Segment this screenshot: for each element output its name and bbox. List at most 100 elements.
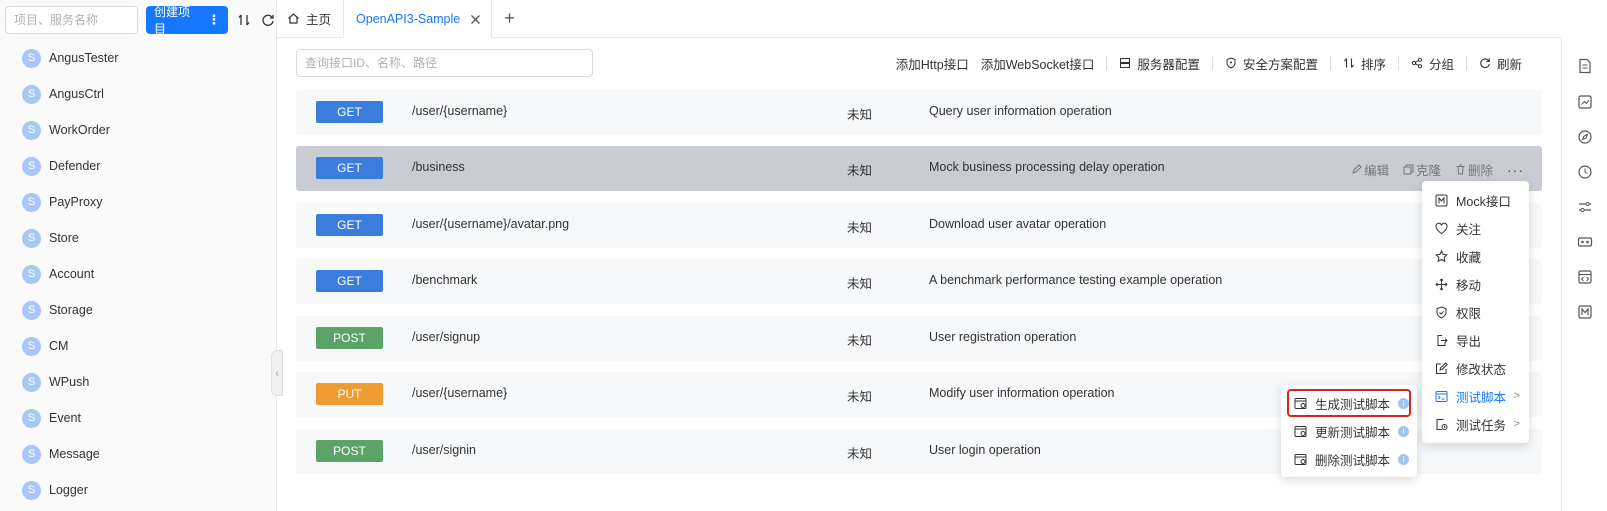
sidebar-item-angustester[interactable]: S AngusTester: [0, 40, 276, 76]
menu-item-task[interactable]: 测试任务 >: [1422, 410, 1529, 438]
create-project-button[interactable]: 创建项目 ⋮: [146, 5, 229, 36]
api-status: 未知: [847, 447, 873, 461]
api-row[interactable]: POST/user/signup 未知 User registration oper…: [296, 316, 1542, 361]
submenu-item-label: 更新测试脚本: [1315, 425, 1391, 440]
menu-item-heart[interactable]: 关注: [1422, 214, 1529, 242]
security-config-button[interactable]: 安全方案配置: [1213, 49, 1330, 77]
method-badge: POST: [316, 327, 383, 349]
edit-icon: [1352, 164, 1362, 174]
info-icon[interactable]: i: [1398, 425, 1410, 437]
test-script-submenu: 生成测试脚本 i 更新测试脚本 i 删除测试脚本 i: [1281, 385, 1417, 477]
server-config-button[interactable]: 服务器配置: [1107, 49, 1212, 77]
api-status: 未知: [847, 108, 873, 122]
method-badge: GET: [316, 214, 383, 236]
app-root: 创建项目 ⋮ SAngusTesterSAngusCtrlSWorkOrderS…: [0, 0, 1607, 511]
info-icon[interactable]: i: [1398, 453, 1410, 465]
menu-item-label: 关注: [1456, 222, 1482, 237]
menu-item-edit-status[interactable]: 修改状态: [1422, 354, 1529, 382]
compass-icon[interactable]: [1577, 129, 1593, 145]
sort-icon[interactable]: [236, 12, 252, 28]
sidebar-item-logger[interactable]: S Logger: [0, 472, 276, 508]
api-path: /user/signup: [412, 330, 481, 344]
clone-button[interactable]: 克隆: [1403, 160, 1441, 179]
menu-item-shield[interactable]: 权限: [1422, 298, 1529, 326]
method-badge: GET: [316, 157, 383, 179]
sidebar-item-event[interactable]: S Event: [0, 400, 276, 436]
sidebar-item-label: Logger: [49, 483, 88, 497]
info-icon[interactable]: i: [1398, 397, 1410, 409]
menu-item-label: 测试脚本: [1456, 390, 1507, 405]
settings-sliders-icon[interactable]: [1577, 199, 1593, 215]
home-icon: [288, 12, 299, 24]
code-file-icon[interactable]: [1577, 269, 1593, 285]
clock-icon[interactable]: [1577, 164, 1593, 180]
add-http-api-button[interactable]: 添加Http接口: [884, 49, 975, 77]
service-avatar: S: [22, 192, 41, 212]
sidebar-item-label: Account: [49, 267, 95, 281]
submenu-item-generate-test-script[interactable]: 生成测试脚本 i: [1287, 389, 1411, 417]
sidebar-item-account[interactable]: S Account: [0, 256, 276, 292]
refresh-button[interactable]: 刷新: [1467, 49, 1542, 77]
sidebar-item-cm[interactable]: S CM: [0, 328, 276, 364]
service-avatar: S: [22, 84, 41, 104]
sort-button[interactable]: 排序: [1331, 49, 1398, 77]
api-search-input[interactable]: [296, 49, 593, 77]
menu-item-mock[interactable]: Mock接口: [1422, 186, 1529, 214]
variable-icon[interactable]: [1577, 234, 1593, 250]
menu-item-label: 修改状态: [1456, 362, 1507, 377]
add-websocket-api-button[interactable]: 添加WebSocket接口: [975, 49, 1107, 77]
menu-item-label: 收藏: [1456, 250, 1482, 265]
add-websocket-label: 添加WebSocket接口: [980, 57, 1095, 72]
service-avatar: S: [22, 48, 41, 68]
mock-icon: [1434, 193, 1448, 207]
api-status: 未知: [847, 277, 873, 291]
api-status: 未知: [847, 334, 873, 348]
tab-bar: 主页 OpenAPI3-Sample +: [277, 0, 1561, 38]
api-summary: User login operation: [929, 443, 1041, 457]
service-avatar: S: [22, 480, 41, 500]
script-file-icon: [1293, 424, 1307, 438]
sidebar-item-defender[interactable]: S Defender: [0, 148, 276, 184]
shield-icon: [1226, 57, 1236, 69]
menu-item-export[interactable]: 导出: [1422, 326, 1529, 354]
row-actions: 编辑 克隆 删除 ···: [1351, 160, 1524, 179]
submenu-item-update-test-script[interactable]: 更新测试脚本 i: [1281, 417, 1417, 445]
project-search-input[interactable]: [5, 6, 138, 34]
group-button[interactable]: 分组: [1399, 49, 1466, 77]
sidebar-toolbar: 创建项目 ⋮: [5, 5, 276, 36]
sidebar-item-workorder[interactable]: S WorkOrder: [0, 112, 276, 148]
sidebar-item-store[interactable]: S Store: [0, 220, 276, 256]
api-status: 未知: [847, 221, 873, 235]
api-row[interactable]: GET/user/{username}/avatar.png 未知 Download…: [296, 203, 1542, 248]
api-row[interactable]: GET/business 未知 Mock business processing d…: [296, 146, 1542, 191]
sidebar-item-payproxy[interactable]: S PayProxy: [0, 184, 276, 220]
api-row[interactable]: GET/user/{username} 未知 Query user informat…: [296, 90, 1542, 135]
add-tab-button[interactable]: +: [492, 0, 527, 37]
document-icon[interactable]: [1577, 58, 1593, 74]
tab-openapi3-sample[interactable]: OpenAPI3-Sample: [343, 0, 493, 38]
refresh-icon[interactable]: [260, 12, 276, 28]
sidebar-item-storage[interactable]: S Storage: [0, 292, 276, 328]
service-avatar: S: [22, 336, 41, 356]
edit-button[interactable]: 编辑: [1351, 160, 1389, 179]
sidebar-item-label: Defender: [49, 159, 101, 173]
sidebar-item-label: Store: [49, 231, 79, 245]
mock-icon[interactable]: [1577, 304, 1593, 320]
api-status: 未知: [847, 390, 873, 404]
menu-item-script[interactable]: 测试脚本 >: [1422, 382, 1529, 410]
api-path: /user/signin: [412, 443, 476, 457]
sidebar-item-message[interactable]: S Message: [0, 436, 276, 472]
menu-item-star[interactable]: 收藏: [1422, 242, 1529, 270]
menu-item-move[interactable]: 移动: [1422, 270, 1529, 298]
sidebar-item-angusctrl[interactable]: S AngusCtrl: [0, 76, 276, 112]
sidebar-item-wpush[interactable]: S WPush: [0, 364, 276, 400]
delete-button[interactable]: 删除: [1455, 160, 1493, 179]
submenu-item-delete-test-script[interactable]: 删除测试脚本 i: [1281, 445, 1417, 473]
copy-icon: [1403, 164, 1414, 175]
more-actions-button[interactable]: ···: [1507, 162, 1524, 178]
tab-home[interactable]: 主页: [277, 0, 343, 37]
api-row[interactable]: GET/benchmark 未知 A benchmark performance t…: [296, 259, 1542, 304]
chart-icon[interactable]: [1577, 94, 1593, 110]
close-icon[interactable]: [470, 14, 481, 25]
collapse-sidebar-handle[interactable]: ‹: [271, 350, 283, 396]
